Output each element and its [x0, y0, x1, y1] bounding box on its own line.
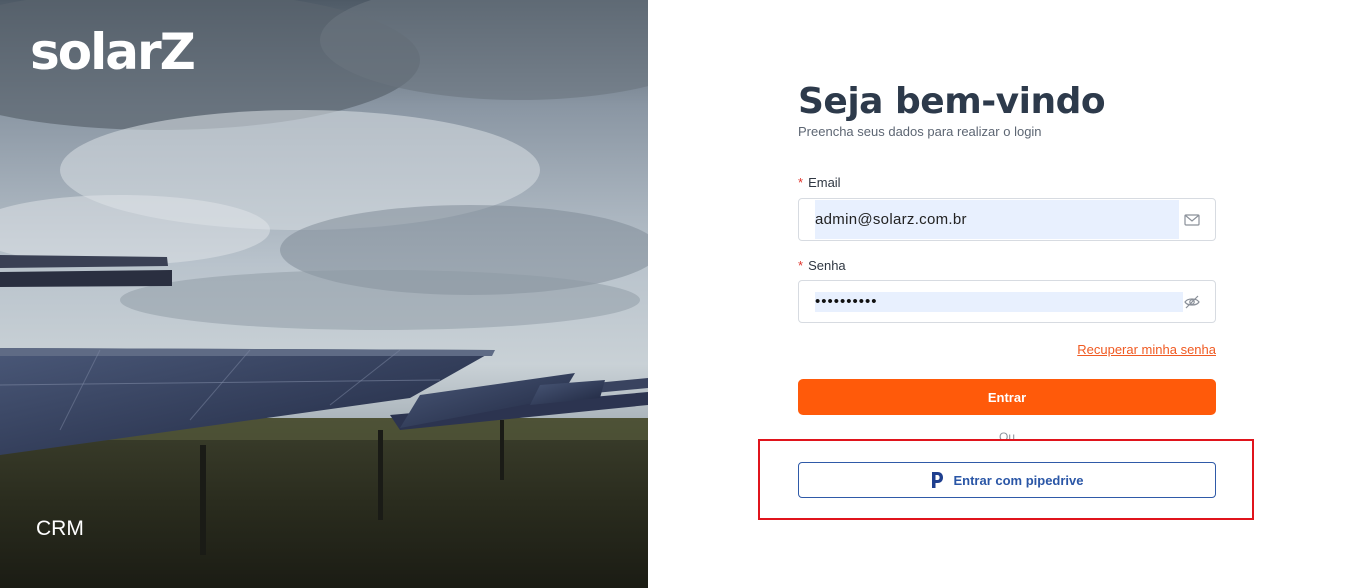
envelope-icon	[1184, 214, 1200, 226]
email-label: * Email	[798, 175, 841, 191]
forgot-password-link[interactable]: Recuperar minha senha	[1077, 342, 1216, 357]
password-label: * Senha	[798, 258, 846, 274]
required-mark: *	[798, 258, 804, 273]
email-value[interactable]: admin@solarz.com.br	[815, 210, 967, 230]
password-value[interactable]: ••••••••••	[815, 292, 878, 312]
required-mark: *	[798, 175, 804, 190]
product-label: CRM	[36, 517, 84, 540]
login-form: Seja bem-vindo Preencha seus dados para …	[798, 80, 1216, 498]
page-title: Seja bem-vindo	[798, 81, 1106, 122]
email-label-text: Email	[808, 175, 841, 190]
solar-field-photo	[0, 0, 648, 588]
email-field[interactable]: admin@solarz.com.br	[798, 198, 1216, 241]
login-button[interactable]: Entrar	[798, 379, 1216, 415]
eye-slash-icon[interactable]	[1183, 293, 1201, 311]
page-subtitle: Preencha seus dados para realizar o logi…	[798, 124, 1042, 139]
annotation-highlight-box	[758, 439, 1254, 520]
password-field[interactable]: ••••••••••	[798, 280, 1216, 323]
hero-panel: solarZ CRM	[0, 0, 648, 588]
solarz-logo: solarZ	[30, 23, 196, 81]
password-label-text: Senha	[808, 258, 846, 273]
